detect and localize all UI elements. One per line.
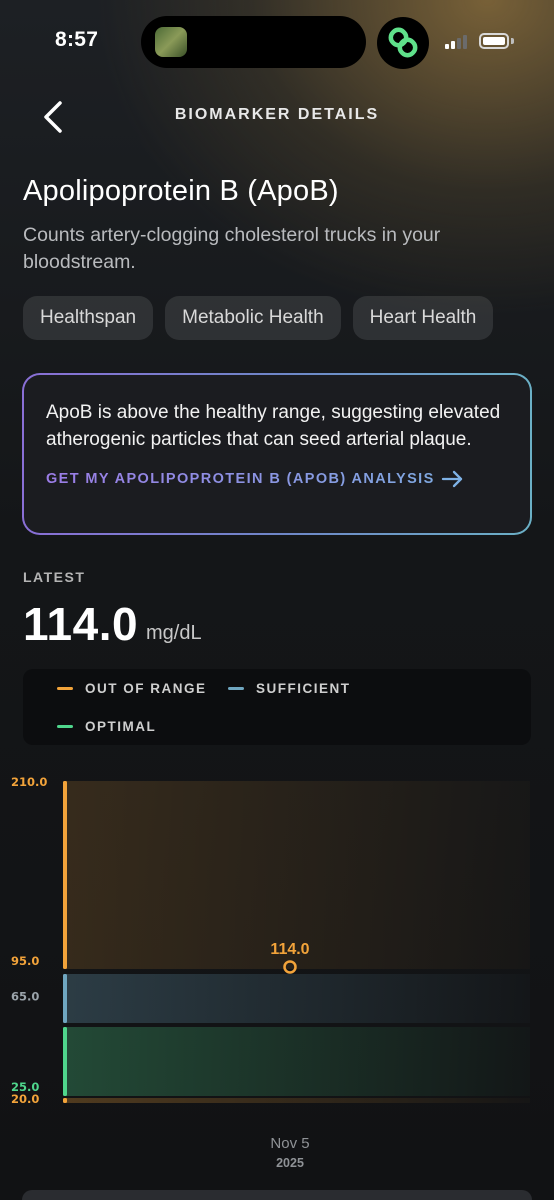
legend-out-of-range: OUT OF RANGE bbox=[57, 681, 207, 696]
arrow-right-icon bbox=[441, 470, 462, 488]
tag-heart-health[interactable]: Heart Health bbox=[352, 296, 494, 340]
range-bar-out-of-range bbox=[63, 1098, 67, 1103]
tag-healthspan[interactable]: Healthspan bbox=[23, 296, 154, 340]
cellular-signal-icon bbox=[445, 35, 471, 49]
biomarker-description: Counts artery-clogging cholesterol truck… bbox=[23, 224, 441, 273]
page-header-title: BIOMARKER DETAILS bbox=[174, 106, 380, 123]
legend-swatch bbox=[228, 687, 244, 690]
tag-list: Healthspan Metabolic Health Heart Health bbox=[23, 296, 494, 340]
status-time: 8:57 bbox=[55, 28, 99, 51]
media-thumbnail bbox=[155, 27, 187, 57]
range-bar-optimal bbox=[63, 1027, 67, 1096]
y-tick-label: 210.0 bbox=[11, 775, 47, 789]
tag-metabolic-health[interactable]: Metabolic Health bbox=[165, 296, 341, 340]
analysis-link-label: GET MY APOLIPOPROTEIN B (APOB) ANALYSIS bbox=[46, 471, 435, 487]
legend-swatch bbox=[57, 725, 73, 728]
latest-label: LATEST bbox=[23, 569, 86, 585]
range-bar-sufficient bbox=[63, 974, 67, 1023]
range-bar-out-of-range bbox=[63, 781, 67, 969]
y-tick-label: 95.0 bbox=[11, 954, 39, 968]
biomarker-range-chart: 210.095.065.025.020.0114.0Nov 52025 bbox=[11, 775, 530, 1170]
insight-card: ApoB is above the healthy range, suggest… bbox=[22, 373, 532, 535]
battery-icon bbox=[479, 33, 509, 49]
bottom-action-bar[interactable] bbox=[22, 1190, 532, 1200]
dynamic-island bbox=[141, 16, 366, 68]
latest-unit: mg/dL bbox=[146, 622, 202, 644]
data-point-label: 114.0 bbox=[270, 941, 309, 958]
range-band-sufficient bbox=[65, 974, 530, 1023]
legend-swatch bbox=[57, 687, 73, 690]
x-tick-label: Nov 5 bbox=[270, 1135, 309, 1152]
chart-legend: OUT OF RANGE SUFFICIENT OPTIMAL bbox=[23, 669, 531, 745]
biomarker-title: Apolipoprotein B (ApoB) bbox=[23, 175, 339, 207]
latest-value: 114.0 bbox=[23, 598, 139, 650]
legend-optimal: OPTIMAL bbox=[57, 719, 156, 734]
analysis-link[interactable]: GET MY APOLIPOPROTEIN B (APOB) ANALYSIS bbox=[46, 469, 508, 489]
range-band-optimal bbox=[65, 1027, 530, 1096]
insight-text: ApoB is above the healthy range, suggest… bbox=[46, 402, 501, 450]
legend-sufficient: SUFFICIENT bbox=[228, 681, 351, 696]
y-tick-label: 20.0 bbox=[11, 1092, 39, 1106]
range-band-out-of-range bbox=[65, 1098, 530, 1103]
link-app-icon bbox=[377, 17, 429, 69]
x-tick-sublabel: 2025 bbox=[276, 1156, 304, 1170]
y-tick-label: 65.0 bbox=[11, 990, 39, 1004]
